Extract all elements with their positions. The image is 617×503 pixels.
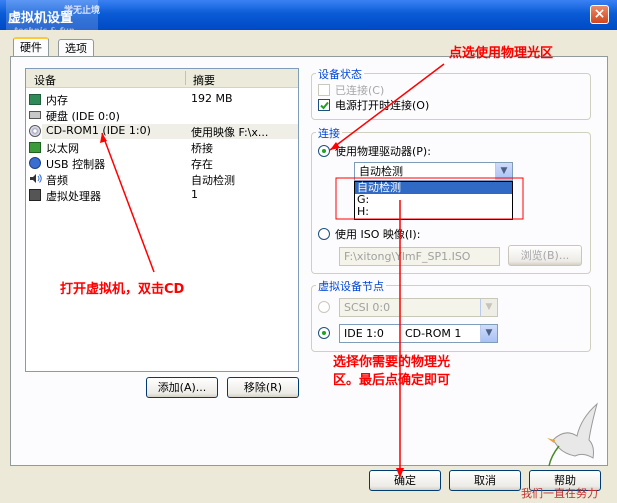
connected-checkbox[interactable] — [318, 84, 330, 96]
tab-options[interactable]: 选项 — [58, 39, 94, 57]
chevron-down-icon[interactable]: ▼ — [495, 163, 512, 180]
table-row[interactable]: CD-ROM1 (IDE 1:0) 使用映像 F:\x... — [29, 124, 298, 139]
table-row[interactable]: 以太网 桥接 — [29, 140, 298, 155]
chevron-down-icon[interactable]: ▼ — [480, 299, 497, 316]
radio-dot — [322, 331, 326, 335]
virtual-node-title: 虚拟设备节点 — [316, 278, 386, 294]
cd-rom-icon — [29, 125, 41, 137]
device-name: USB 控制器 — [46, 158, 106, 171]
watermark-text: 学无止境 — [64, 6, 101, 16]
radio-dot — [322, 149, 326, 153]
table-row[interactable]: USB 控制器 存在 — [29, 156, 298, 171]
checkmark-icon — [320, 101, 329, 110]
annotation-left: 打开虚拟机，双击CD — [60, 282, 185, 297]
connect-at-power-on-checkbox[interactable] — [318, 99, 330, 111]
annotation-bottom-line2: 区。最后点确定即可 — [333, 373, 451, 388]
physical-drive-radio[interactable] — [318, 145, 330, 157]
close-icon: × — [593, 6, 606, 22]
add-button[interactable]: 添加(A)... — [146, 377, 218, 398]
browse-button[interactable]: 浏览(B)... — [508, 245, 582, 266]
hard-disk-icon — [29, 111, 41, 119]
device-summary: 存在 — [191, 158, 213, 171]
dropdown-option[interactable]: 自动检测 — [355, 182, 512, 194]
close-button[interactable]: × — [590, 5, 609, 24]
device-summary: 桥接 — [191, 142, 213, 155]
physical-drive-label: 使用物理驱动器(P): — [335, 145, 431, 158]
connect-at-power-on-label: 电源打开时连接(O) — [335, 99, 430, 112]
device-name: 内存 — [46, 94, 68, 107]
physical-drive-dropdown[interactable]: 自动检测 G: H: — [354, 181, 513, 220]
ide-device: CD-ROM 1 — [405, 327, 462, 340]
device-name: 硬盘 (IDE 0:0) — [46, 110, 120, 123]
iso-image-radio[interactable] — [318, 228, 330, 240]
table-row[interactable]: 音频 自动检测 — [29, 172, 298, 187]
device-list-header — [26, 69, 298, 88]
processor-icon — [29, 189, 41, 201]
connection-title: 连接 — [316, 125, 342, 141]
column-header-device[interactable]: 设备 — [34, 72, 56, 88]
ethernet-icon — [29, 142, 41, 153]
table-row[interactable]: 内存 192 MB — [29, 92, 298, 107]
dove-icon — [547, 402, 598, 467]
physical-drive-select[interactable]: 自动检测 ▼ — [354, 162, 513, 181]
ide-radio[interactable] — [318, 327, 330, 339]
dropdown-option[interactable]: H: — [357, 206, 369, 218]
column-header-summary[interactable]: 摘要 — [193, 72, 215, 88]
device-name: CD-ROM1 (IDE 1:0) — [46, 124, 151, 137]
device-summary: 使用映像 F:\x... — [191, 126, 269, 139]
watermark-slogan: 我们一直在努力 — [521, 487, 598, 500]
ide-value: IDE 1:0 — [344, 327, 384, 340]
table-row[interactable]: 虚拟处理器 1 — [29, 188, 298, 203]
device-summary: 192 MB — [191, 92, 233, 105]
column-separator[interactable] — [185, 71, 186, 85]
annotation-bottom-line1: 选择你需要的物理光 — [333, 355, 451, 370]
cancel-button[interactable]: 取消 — [449, 470, 521, 491]
device-name: 音频 — [46, 174, 68, 187]
speaker-icon — [29, 172, 42, 185]
annotation-top: 点选使用物理光区 — [449, 46, 554, 61]
ok-button[interactable]: 确定 — [369, 470, 441, 491]
physical-drive-value: 自动检测 — [359, 165, 403, 178]
device-summary: 1 — [191, 188, 198, 201]
iso-image-label: 使用 ISO 映像(I): — [335, 228, 421, 241]
device-summary: 自动检测 — [191, 174, 235, 187]
table-row[interactable]: 硬盘 (IDE 0:0) — [29, 108, 298, 123]
device-status-title: 设备状态 — [316, 66, 364, 82]
ide-select[interactable]: IDE 1:0 CD-ROM 1 ▼ — [339, 324, 498, 343]
iso-path-input[interactable]: F:\xitong\YlmF_SP1.ISO — [339, 247, 500, 266]
tab-hardware[interactable]: 硬件 — [13, 37, 49, 57]
connected-label: 已连接(C) — [335, 84, 385, 97]
usb-icon — [29, 157, 41, 169]
device-name: 虚拟处理器 — [46, 190, 101, 203]
memory-icon — [29, 94, 41, 105]
remove-button[interactable]: 移除(R) — [227, 377, 299, 398]
scsi-value: SCSI 0:0 — [344, 301, 391, 314]
scsi-radio[interactable] — [318, 301, 330, 313]
scsi-select[interactable]: SCSI 0:0 ▼ — [339, 298, 498, 317]
device-name: 以太网 — [46, 142, 79, 155]
chevron-down-icon[interactable]: ▼ — [480, 325, 497, 342]
